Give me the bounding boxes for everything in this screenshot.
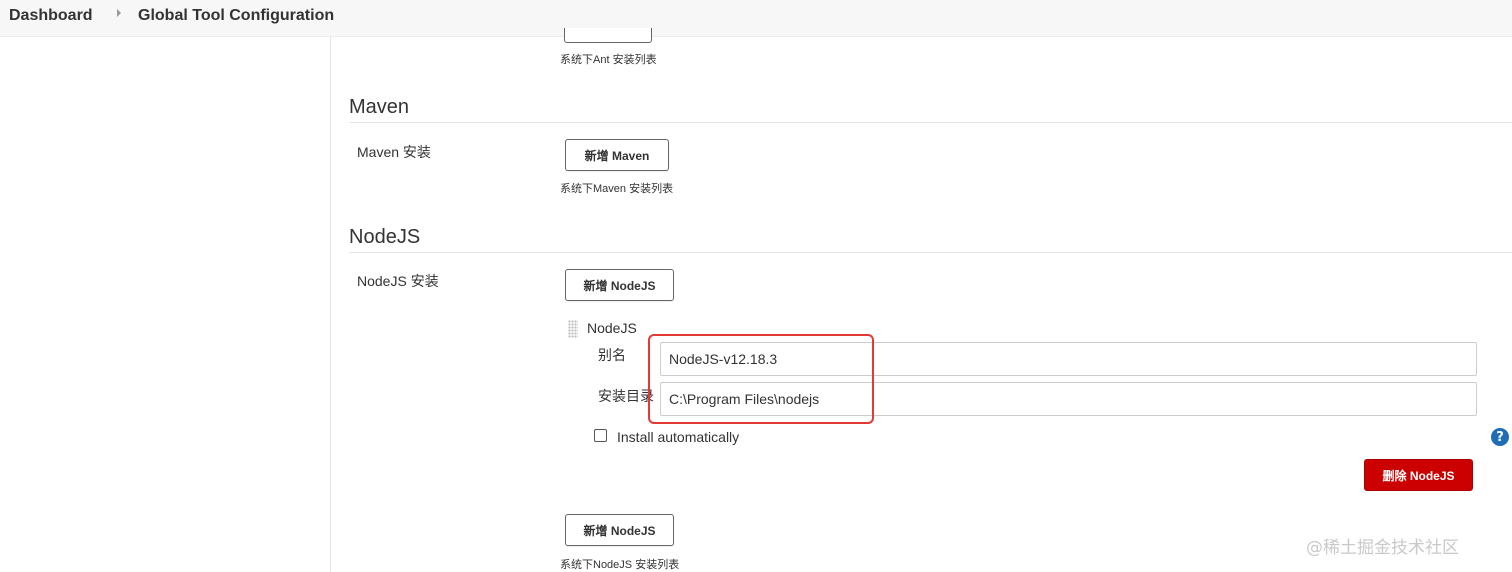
add-ant-button[interactable] xyxy=(564,28,652,43)
add-nodejs-button-bottom[interactable]: 新增 NodeJS xyxy=(565,514,674,546)
sidebar-divider xyxy=(330,37,331,572)
install-home-label: 安装目录 xyxy=(598,388,654,404)
maven-section-title: Maven xyxy=(349,96,410,118)
add-nodejs-button-top[interactable]: 新增 NodeJS xyxy=(565,269,674,301)
nodejs-section-divider xyxy=(349,252,1512,253)
ant-list-description: 系统下Ant 安装列表 xyxy=(560,54,657,66)
question-icon[interactable]: ? xyxy=(1491,428,1509,446)
red-annotation-box xyxy=(648,334,874,424)
breadcrumb-global-tool-configuration[interactable]: Global Tool Configuration xyxy=(138,7,334,25)
maven-installations-label: Maven 安装 xyxy=(357,144,431,160)
delete-nodejs-button[interactable]: 删除 NodeJS xyxy=(1364,459,1473,491)
alias-label: 别名 xyxy=(598,347,626,363)
breadcrumb-bar: Dashboard Global Tool Configuration xyxy=(0,0,1512,37)
drag-handle-icon[interactable] xyxy=(568,320,578,338)
nodejs-installations-label: NodeJS 安装 xyxy=(357,273,439,289)
nodejs-section-title: NodeJS xyxy=(349,226,421,248)
maven-list-description: 系统下Maven 安装列表 xyxy=(560,183,674,195)
add-maven-button[interactable]: 新增 Maven xyxy=(565,139,669,171)
nodejs-installation-header: NodeJS xyxy=(587,320,637,336)
chevron-right-icon xyxy=(117,9,121,17)
nodejs-list-description: 系统下NodeJS 安装列表 xyxy=(560,559,680,571)
install-automatically-checkbox[interactable] xyxy=(594,429,607,442)
install-automatically-label[interactable]: Install automatically xyxy=(617,429,739,445)
watermark-text: @稀土掘金技术社区 xyxy=(1306,538,1459,558)
maven-section-divider xyxy=(349,122,1512,123)
breadcrumb-dashboard[interactable]: Dashboard xyxy=(9,7,93,25)
